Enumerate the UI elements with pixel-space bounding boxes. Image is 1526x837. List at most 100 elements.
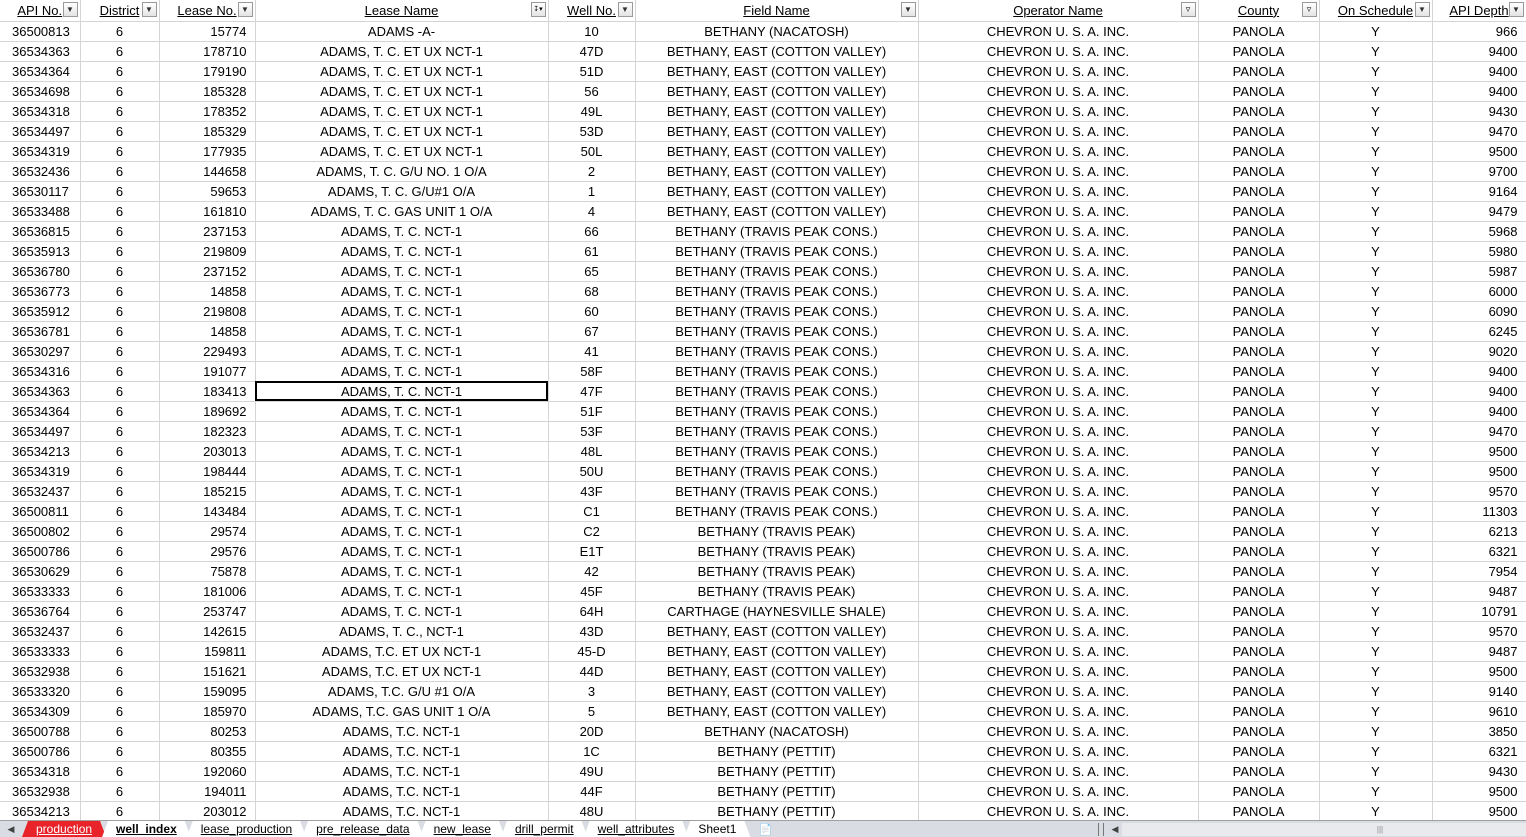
table-cell[interactable]: 44D [548, 661, 636, 682]
column-header[interactable]: County ▿ [1198, 0, 1320, 22]
table-cell[interactable]: BETHANY (TRAVIS PEAK CONS.) [635, 301, 919, 322]
table-cell[interactable]: 6 [80, 261, 160, 282]
table-cell[interactable]: BETHANY, EAST (COTTON VALLEY) [635, 641, 919, 662]
table-cell[interactable]: 9400 [1432, 81, 1526, 102]
table-cell[interactable]: 9020 [1432, 341, 1526, 362]
table-cell[interactable]: ADAMS, T. C. G/U NO. 1 O/A [255, 161, 549, 182]
table-cell[interactable]: 185328 [159, 81, 256, 102]
table-cell[interactable]: Y [1319, 161, 1433, 182]
table-cell[interactable]: 36534318 [0, 101, 81, 122]
table-cell[interactable]: Y [1319, 721, 1433, 742]
table-cell[interactable]: BETHANY, EAST (COTTON VALLEY) [635, 121, 919, 142]
table-cell[interactable]: PANOLA [1198, 781, 1320, 802]
table-cell[interactable]: 6 [80, 341, 160, 362]
table-cell[interactable]: 36536780 [0, 261, 81, 282]
table-cell[interactable]: Y [1319, 581, 1433, 602]
table-cell[interactable]: 9610 [1432, 701, 1526, 722]
table-cell[interactable]: 2 [548, 161, 636, 182]
table-cell[interactable]: 36534319 [0, 141, 81, 162]
column-header[interactable]: On Schedule ▼ [1319, 0, 1433, 22]
table-cell[interactable]: PANOLA [1198, 401, 1320, 422]
table-cell[interactable]: BETHANY (TRAVIS PEAK) [635, 561, 919, 582]
table-cell[interactable]: Y [1319, 421, 1433, 442]
table-cell[interactable]: 36534319 [0, 461, 81, 482]
table-cell[interactable]: 177935 [159, 141, 256, 162]
table-cell[interactable]: 9500 [1432, 441, 1526, 462]
table-cell[interactable]: ADAMS -A- [255, 21, 549, 42]
table-cell[interactable]: CHEVRON U. S. A. INC. [918, 421, 1199, 442]
table-cell[interactable]: 36532436 [0, 161, 81, 182]
table-cell[interactable]: 9500 [1432, 461, 1526, 482]
column-header[interactable]: Well No. ▼ [548, 0, 636, 22]
table-cell[interactable]: 219809 [159, 241, 256, 262]
column-header[interactable]: District ▼ [80, 0, 160, 22]
table-cell[interactable]: 151621 [159, 661, 256, 682]
column-header[interactable]: Lease No. ▼ [159, 0, 256, 22]
table-cell[interactable]: Y [1319, 101, 1433, 122]
table-cell[interactable]: 9400 [1432, 381, 1526, 402]
table-cell[interactable]: PANOLA [1198, 141, 1320, 162]
table-cell[interactable]: 6 [80, 161, 160, 182]
table-cell[interactable]: CHEVRON U. S. A. INC. [918, 81, 1199, 102]
table-cell[interactable]: 36532938 [0, 661, 81, 682]
table-cell[interactable]: CHEVRON U. S. A. INC. [918, 461, 1199, 482]
table-cell[interactable]: ADAMS, T.C. ET UX NCT-1 [255, 641, 549, 662]
table-cell[interactable]: 185970 [159, 701, 256, 722]
table-cell[interactable]: 49U [548, 761, 636, 782]
table-cell[interactable]: 9700 [1432, 161, 1526, 182]
table-cell[interactable]: Y [1319, 41, 1433, 62]
table-cell[interactable]: 42 [548, 561, 636, 582]
table-cell[interactable]: CHEVRON U. S. A. INC. [918, 361, 1199, 382]
table-cell[interactable]: 36532437 [0, 481, 81, 502]
table-cell[interactable]: E1T [548, 541, 636, 562]
scroll-thumb-grip-icon[interactable]: ||| [1372, 824, 1388, 835]
table-cell[interactable]: PANOLA [1198, 601, 1320, 622]
table-cell[interactable]: 6 [80, 281, 160, 302]
table-cell[interactable]: BETHANY, EAST (COTTON VALLEY) [635, 141, 919, 162]
table-cell[interactable]: Y [1319, 481, 1433, 502]
table-cell[interactable]: 58F [548, 361, 636, 382]
table-cell[interactable]: CHEVRON U. S. A. INC. [918, 161, 1199, 182]
table-cell[interactable]: BETHANY (TRAVIS PEAK CONS.) [635, 381, 919, 402]
table-cell[interactable]: ADAMS, T. C. NCT-1 [255, 281, 549, 302]
table-cell[interactable]: ADAMS, T. C. NCT-1 [255, 521, 549, 542]
table-cell[interactable]: BETHANY (TRAVIS PEAK CONS.) [635, 361, 919, 382]
sheet-tab[interactable]: production [22, 821, 106, 837]
table-cell[interactable]: 185329 [159, 121, 256, 142]
table-cell[interactable]: CHEVRON U. S. A. INC. [918, 741, 1199, 762]
table-cell[interactable]: CHEVRON U. S. A. INC. [918, 681, 1199, 702]
table-cell[interactable]: 5968 [1432, 221, 1526, 242]
table-cell[interactable]: CHEVRON U. S. A. INC. [918, 401, 1199, 422]
table-cell[interactable]: CHEVRON U. S. A. INC. [918, 121, 1199, 142]
table-cell[interactable]: 47D [548, 41, 636, 62]
table-cell[interactable]: CHEVRON U. S. A. INC. [918, 481, 1199, 502]
table-cell[interactable]: BETHANY (PETTIT) [635, 761, 919, 782]
table-cell[interactable]: 61 [548, 241, 636, 262]
table-cell[interactable]: BETHANY (TRAVIS PEAK CONS.) [635, 461, 919, 482]
table-cell[interactable]: BETHANY (TRAVIS PEAK CONS.) [635, 401, 919, 422]
table-cell[interactable]: 9430 [1432, 761, 1526, 782]
table-cell[interactable]: 36534309 [0, 701, 81, 722]
table-cell[interactable]: ADAMS, T.C. NCT-1 [255, 721, 549, 742]
table-cell[interactable]: 45-D [548, 641, 636, 662]
table-cell[interactable]: 3 [548, 681, 636, 702]
table-cell[interactable]: ADAMS, T. C. ET UX NCT-1 [255, 61, 549, 82]
table-cell[interactable]: C2 [548, 521, 636, 542]
table-cell[interactable]: PANOLA [1198, 41, 1320, 62]
table-cell[interactable]: 9487 [1432, 581, 1526, 602]
table-cell[interactable]: 36500788 [0, 721, 81, 742]
scroll-track[interactable]: ||| [1122, 823, 1526, 836]
table-cell[interactable]: 9400 [1432, 61, 1526, 82]
table-cell[interactable]: CHEVRON U. S. A. INC. [918, 21, 1199, 42]
table-cell[interactable]: Y [1319, 121, 1433, 142]
table-cell[interactable]: CHEVRON U. S. A. INC. [918, 621, 1199, 642]
table-cell[interactable]: 44F [548, 781, 636, 802]
table-cell[interactable]: CHEVRON U. S. A. INC. [918, 561, 1199, 582]
tab-split-handle[interactable] [1098, 823, 1104, 836]
table-cell[interactable]: Y [1319, 361, 1433, 382]
filter-dropdown-icon[interactable]: ▼ [62, 2, 78, 17]
table-cell[interactable]: PANOLA [1198, 381, 1320, 402]
insert-sheet-icon[interactable]: 📄 [754, 821, 776, 837]
table-cell[interactable]: PANOLA [1198, 481, 1320, 502]
table-cell[interactable]: PANOLA [1198, 181, 1320, 202]
